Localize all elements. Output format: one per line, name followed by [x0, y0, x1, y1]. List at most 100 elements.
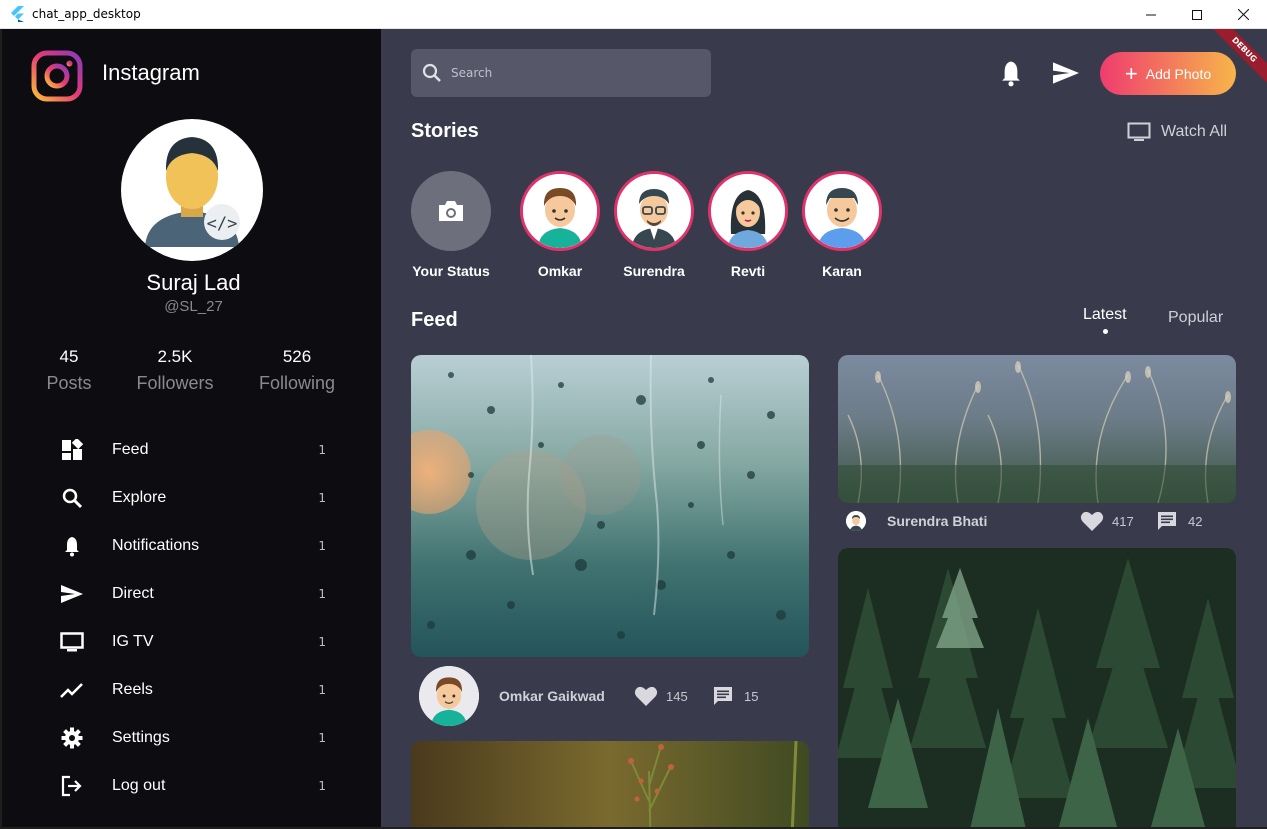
- story-avatar: [614, 171, 694, 251]
- story-karan[interactable]: Karan: [802, 171, 882, 279]
- feed-title: Feed: [411, 309, 458, 331]
- story-avatar: [802, 171, 882, 251]
- close-button[interactable]: [1220, 0, 1266, 29]
- nav-count: 1: [318, 443, 326, 457]
- stat-followers[interactable]: 2.5K Followers: [130, 347, 220, 394]
- nav-item-logout[interactable]: Log out 1: [58, 766, 338, 806]
- stat-following[interactable]: 526 Following: [252, 347, 342, 394]
- watch-all-label: Watch All: [1161, 123, 1228, 140]
- post-meta-surendra: Surendra Bhati 417 42: [846, 509, 1226, 533]
- camera-icon: [439, 201, 463, 221]
- profile-avatar[interactable]: </>: [121, 119, 263, 261]
- man-avatar-icon: [805, 174, 879, 248]
- post-image-rain[interactable]: [411, 355, 809, 657]
- profile-name: Suraj Lad: [146, 270, 241, 295]
- nav-item-direct[interactable]: Direct 1: [58, 574, 338, 614]
- post-image-forest[interactable]: [838, 548, 1236, 827]
- close-icon: [1237, 9, 1249, 20]
- nav-label: IG TV: [112, 633, 154, 650]
- forest-photo: [838, 548, 1236, 827]
- heart-icon[interactable]: [634, 685, 658, 707]
- stat-label: Following: [258, 373, 336, 393]
- post-meta-omkar: Omkar Gaikwad 145 15: [419, 666, 799, 726]
- svg-text:</>: </>: [207, 214, 238, 234]
- stat-label: Posts: [46, 373, 92, 393]
- plus-icon: +: [1124, 60, 1138, 86]
- nav-label: Explore: [112, 489, 167, 506]
- nav-label: Log out: [112, 777, 166, 794]
- notifications-bell-icon[interactable]: [997, 59, 1025, 87]
- logout-icon: [58, 772, 86, 800]
- developer-avatar-icon: </>: [145, 137, 240, 247]
- stat-value: 2.5K: [157, 347, 193, 366]
- nav-item-feed[interactable]: Feed 1: [58, 430, 338, 470]
- nav-count: 1: [318, 635, 326, 649]
- heart-icon[interactable]: [1080, 510, 1104, 532]
- tv-icon: [58, 628, 86, 656]
- maximize-icon: [1192, 9, 1202, 20]
- sidebar: Instagram </> Suraj Lad @SL_27 45 Posts …: [2, 29, 381, 827]
- watch-all-button[interactable]: Watch All: [1127, 121, 1227, 143]
- story-avatar: [411, 171, 491, 251]
- nav-item-settings[interactable]: Settings 1: [58, 718, 338, 758]
- post-likes: 417: [1112, 513, 1134, 529]
- man-glasses-avatar-icon: [617, 174, 691, 248]
- nav-item-igtv[interactable]: IG TV 1: [58, 622, 338, 662]
- search-placeholder: Search: [451, 66, 493, 80]
- nav-count: 1: [318, 491, 326, 505]
- post-image-flowers[interactable]: [411, 741, 809, 827]
- story-avatar: [520, 171, 600, 251]
- search-icon: [422, 63, 441, 82]
- post-author-name[interactable]: Omkar Gaikwad: [499, 688, 634, 704]
- post-author-avatar[interactable]: [846, 511, 866, 531]
- nav-count: 1: [318, 731, 326, 745]
- brand-name: Instagram: [102, 60, 200, 85]
- post-likes: 145: [666, 688, 688, 704]
- tab-popular[interactable]: Popular: [1168, 309, 1223, 327]
- active-tab-indicator: [1103, 329, 1108, 334]
- comment-icon[interactable]: [1156, 510, 1178, 532]
- window-titlebar: chat_app_desktop: [0, 0, 1267, 29]
- girl-avatar-icon: [711, 174, 785, 248]
- instagram-logo-icon[interactable]: [31, 50, 83, 102]
- post-image-grass[interactable]: [838, 355, 1236, 503]
- nav-count: 1: [318, 683, 326, 697]
- gear-icon: [58, 724, 86, 752]
- maximize-button[interactable]: [1174, 0, 1220, 29]
- post-author-name[interactable]: Surendra Bhati: [887, 513, 1080, 529]
- nav-label: Notifications: [112, 537, 200, 554]
- post-comments: 42: [1188, 513, 1203, 529]
- nav-item-reels[interactable]: Reels 1: [58, 670, 338, 710]
- main-content: DEBUG Search + Add Photo Stories Watch A…: [381, 29, 1267, 827]
- stat-label: Followers: [136, 373, 214, 393]
- story-avatar: [708, 171, 788, 251]
- nav-item-notifications[interactable]: Notifications 1: [58, 526, 338, 566]
- story-revti[interactable]: Revti: [708, 171, 788, 279]
- add-photo-button[interactable]: + Add Photo: [1100, 52, 1236, 95]
- story-omkar[interactable]: Omkar: [520, 171, 600, 279]
- stories-title: Stories: [411, 120, 479, 142]
- boy-avatar-icon: [419, 666, 479, 726]
- direct-send-icon[interactable]: [1051, 60, 1081, 86]
- man-glasses-avatar-icon: [846, 511, 866, 531]
- story-your-status[interactable]: Your Status: [411, 171, 491, 279]
- stat-value: 45: [59, 347, 79, 366]
- flutter-icon: [11, 6, 24, 22]
- nav-label: Reels: [112, 681, 153, 698]
- tab-latest[interactable]: Latest: [1083, 306, 1127, 324]
- bell-icon: [58, 532, 86, 560]
- search-input[interactable]: Search: [411, 49, 711, 97]
- nav-label: Feed: [112, 441, 149, 458]
- tv-icon: [1127, 122, 1151, 141]
- nav-item-explore[interactable]: Explore 1: [58, 478, 338, 518]
- boy-avatar-icon: [523, 174, 597, 248]
- stat-value: 526: [282, 347, 312, 366]
- minimize-button[interactable]: [1128, 0, 1174, 29]
- stat-posts[interactable]: 45 Posts: [39, 347, 99, 394]
- post-author-avatar[interactable]: [419, 666, 479, 726]
- send-icon: [58, 580, 86, 608]
- nav-label: Settings: [112, 729, 170, 746]
- story-surendra[interactable]: Surendra: [614, 171, 694, 279]
- profile-handle: @SL_27: [164, 298, 223, 315]
- comment-icon[interactable]: [712, 685, 734, 707]
